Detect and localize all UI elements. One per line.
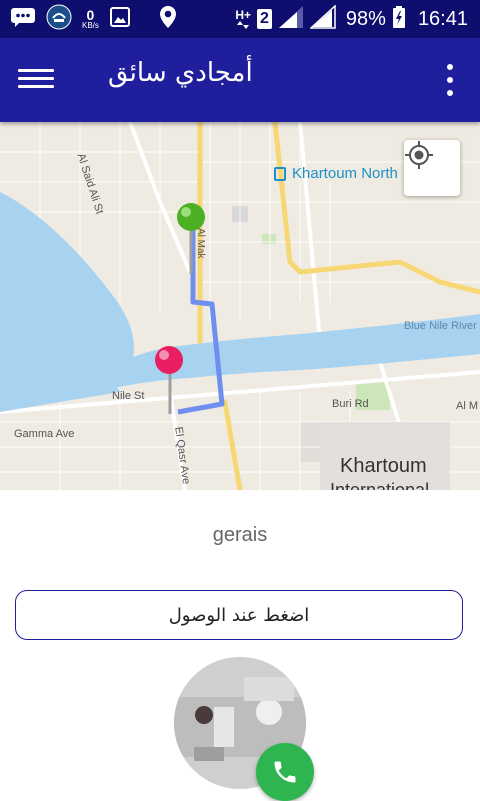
status-bar: 0 KB/s H+ 2 98% 16:41 (0, 0, 480, 38)
battery-charging-icon (392, 5, 406, 34)
chat-notification-icon (10, 6, 36, 32)
clock: 16:41 (417, 7, 468, 30)
network-speed-unit: KB/s (82, 21, 99, 30)
airport-label: International (330, 480, 430, 490)
more-options-icon[interactable] (444, 64, 456, 96)
phone-icon (274, 761, 296, 783)
battery-percentage: 98% (345, 7, 386, 30)
signal-icon (278, 5, 304, 34)
street-label-nile: Nile St (112, 390, 145, 402)
image-notification-icon (109, 6, 131, 32)
poi-label: Khartoum North (292, 165, 398, 182)
arrive-button[interactable]: اضغط عند الوصول (15, 590, 463, 640)
my-location-button[interactable] (404, 140, 460, 196)
network-type: H+ (235, 9, 251, 29)
driver-name: gerais (212, 524, 268, 546)
transit-icon (274, 166, 286, 181)
network-type-label: H+ (235, 8, 251, 22)
network-speed: 0 KB/s (82, 8, 99, 30)
app-toolbar: أمجادي سائق (0, 38, 480, 122)
street-label-al-mak: Al Mak (195, 228, 206, 259)
river-label: Blue Nile River (404, 320, 477, 332)
poi-khartoum-north[interactable]: Khartoum North (274, 165, 398, 182)
street-label-al-m: Al M (456, 400, 478, 412)
signal-2-icon (308, 3, 336, 34)
status-left: 0 KB/s (10, 4, 177, 34)
menu-icon[interactable] (18, 64, 54, 94)
crosshair-icon (405, 141, 433, 169)
sim-slot-badge: 2 (257, 9, 272, 29)
network-speed-value: 0 (86, 7, 95, 23)
data-arrows-icon (237, 21, 250, 29)
status-right: H+ 2 98% 16:41 (235, 3, 468, 34)
call-button[interactable] (256, 743, 314, 801)
street-label-gamma: Gamma Ave (14, 428, 75, 440)
page-title: أمجادي سائق (108, 58, 253, 88)
route-map[interactable]: Khartoum North Blue Nile River Al Said A… (0, 122, 480, 490)
city-label: Khartoum (340, 455, 427, 477)
street-label-buri: Buri Rd (332, 398, 369, 410)
app-notification-icon (46, 4, 72, 34)
location-icon (159, 5, 177, 33)
